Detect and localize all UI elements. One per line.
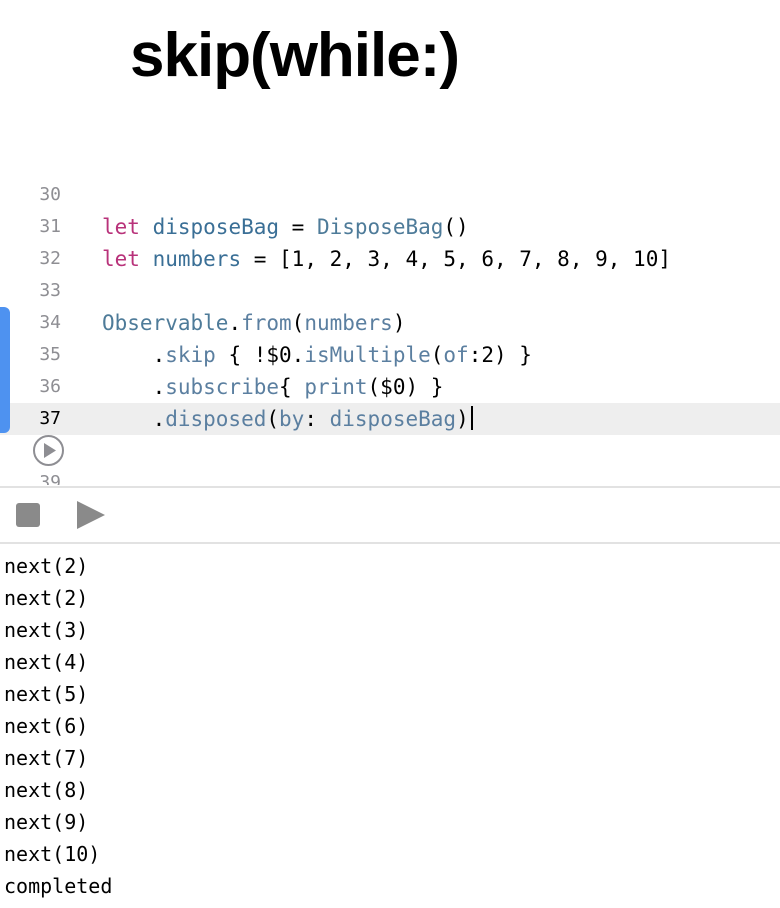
change-indicator[interactable] bbox=[0, 307, 10, 433]
code-text: let disposeBag = DisposeBag() bbox=[102, 211, 469, 243]
code-line-33[interactable]: 33 bbox=[0, 275, 780, 307]
console-line: next(8) bbox=[4, 778, 89, 802]
console-line: completed bbox=[4, 874, 113, 898]
code-punct: ) bbox=[392, 311, 406, 335]
code-line-39[interactable]: 39 bbox=[0, 467, 780, 485]
code-text: .subscribe{ print($0) } bbox=[102, 371, 444, 403]
line-number: 39 bbox=[39, 472, 61, 485]
code-punct: ( bbox=[266, 407, 280, 431]
page-title: skip(while:) bbox=[130, 21, 460, 90]
console-line: next(5) bbox=[4, 682, 89, 706]
code-punct: ( bbox=[430, 343, 444, 367]
function-name: isMultiple bbox=[304, 343, 431, 367]
code-text: .skip { !$0.isMultiple(of:2) } bbox=[102, 339, 532, 371]
play-circle-icon[interactable] bbox=[33, 435, 64, 466]
code-punct: : bbox=[304, 407, 330, 431]
console-line: next(10) bbox=[4, 842, 101, 866]
text-cursor bbox=[470, 406, 473, 430]
identifier: numbers bbox=[152, 247, 242, 271]
console-line: next(7) bbox=[4, 746, 89, 770]
console-line: next(3) bbox=[4, 618, 89, 642]
code-indent: . bbox=[102, 407, 166, 431]
type-name: DisposeBag bbox=[316, 215, 444, 239]
code-text: let numbers = [1, 2, 3, 4, 5, 6, 7, 8, 9… bbox=[102, 243, 671, 275]
code-punct: { !$0. bbox=[215, 343, 305, 367]
console-output: next(2) next(2) next(3) next(4) next(5) … bbox=[4, 550, 112, 902]
line-number: 31 bbox=[39, 216, 61, 237]
code-line-36[interactable]: 36 .subscribe{ print($0) } bbox=[0, 371, 780, 403]
identifier: disposeBag bbox=[152, 215, 280, 239]
stop-icon[interactable] bbox=[16, 503, 40, 527]
code-punct: :2) } bbox=[468, 343, 532, 367]
line-number: 32 bbox=[39, 248, 61, 269]
code-text: Observable.from(numbers) bbox=[102, 307, 406, 339]
keyword: let bbox=[102, 215, 140, 239]
argument-label: of bbox=[443, 343, 469, 367]
code-text: .disposed(by: disposeBag) bbox=[102, 403, 473, 435]
code-rest: = [1, 2, 3, 4, 5, 6, 7, 8, 9, 10] bbox=[241, 247, 671, 271]
keyword: let bbox=[102, 247, 140, 271]
code-line-34[interactable]: 34 Observable.from(numbers) bbox=[0, 307, 780, 339]
code-punct: { bbox=[279, 375, 305, 399]
console-line: next(6) bbox=[4, 714, 89, 738]
console-line: next(2) bbox=[4, 586, 89, 610]
code-punct: ) bbox=[456, 407, 469, 431]
function-name: subscribe bbox=[165, 375, 280, 399]
code-line-37[interactable]: 37 .disposed(by: disposeBag) bbox=[0, 403, 780, 435]
function-name: disposed bbox=[165, 407, 267, 431]
function-name: print bbox=[304, 375, 368, 399]
code-punct: . bbox=[228, 311, 242, 335]
operator: = bbox=[279, 215, 317, 239]
debug-toolbar bbox=[0, 488, 780, 542]
line-number: 33 bbox=[39, 280, 61, 301]
code-line-35[interactable]: 35 .skip { !$0.isMultiple(of:2) } bbox=[0, 339, 780, 371]
play-icon[interactable] bbox=[76, 500, 106, 530]
code-indent: . bbox=[102, 375, 166, 399]
console-line: next(2) bbox=[4, 554, 89, 578]
play-glyph bbox=[44, 443, 56, 458]
function-name: from bbox=[241, 311, 292, 335]
console-line: next(4) bbox=[4, 650, 89, 674]
argument: disposeBag bbox=[329, 407, 457, 431]
console-divider bbox=[0, 542, 780, 544]
code-editor[interactable]: 30 31 let disposeBag = DisposeBag() 32 l… bbox=[0, 179, 780, 485]
code-line-32[interactable]: 32 let numbers = [1, 2, 3, 4, 5, 6, 7, 8… bbox=[0, 243, 780, 275]
function-name: skip bbox=[165, 343, 216, 367]
argument-label: by bbox=[279, 407, 305, 431]
code-indent: . bbox=[102, 343, 166, 367]
code-line-30[interactable]: 30 bbox=[0, 179, 780, 211]
argument: numbers bbox=[304, 311, 393, 335]
code-line-31[interactable]: 31 let disposeBag = DisposeBag() bbox=[0, 211, 780, 243]
code-punct: ($0) } bbox=[367, 375, 444, 399]
type-name: Observable bbox=[102, 311, 229, 335]
line-number: 30 bbox=[39, 184, 61, 205]
code-punct: ( bbox=[291, 311, 305, 335]
console-line: next(9) bbox=[4, 810, 89, 834]
code-punct: () bbox=[443, 215, 469, 239]
